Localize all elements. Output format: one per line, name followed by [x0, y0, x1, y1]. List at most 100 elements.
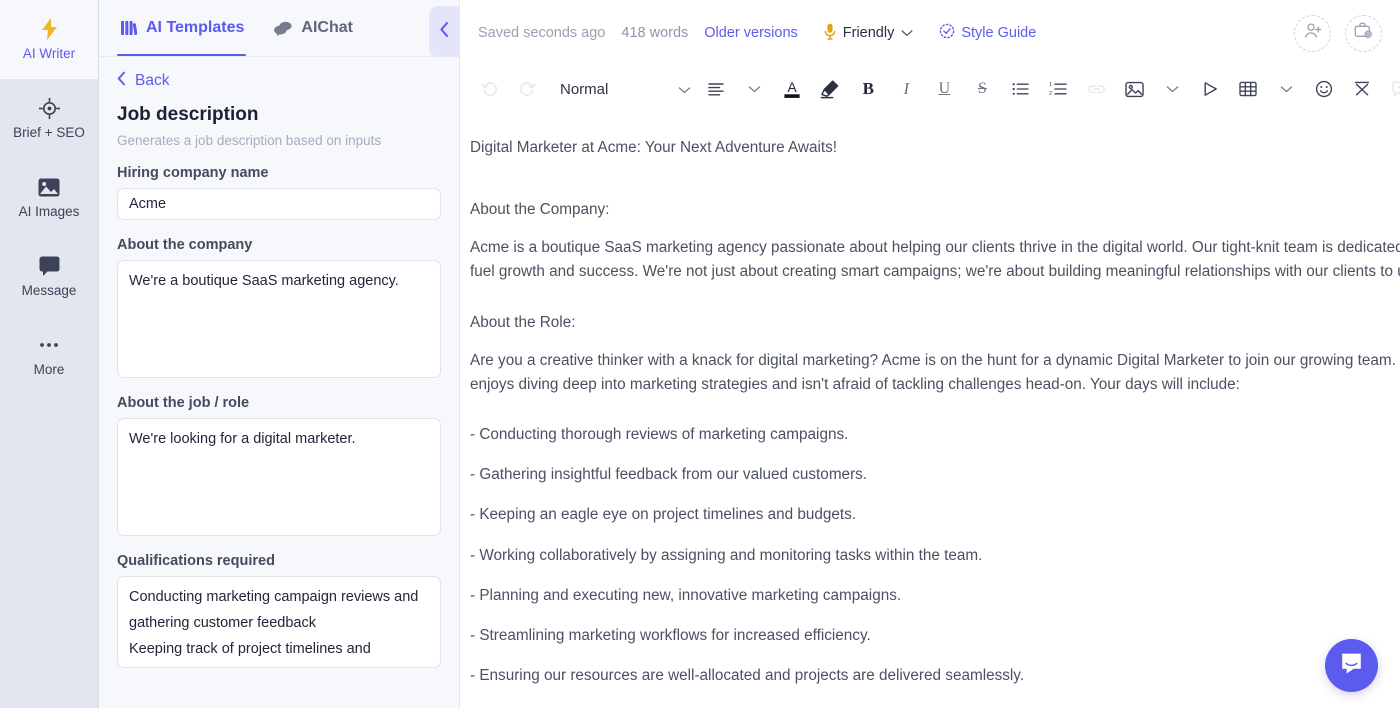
intercom-launcher-button[interactable] [1325, 639, 1378, 692]
insert-image-caret[interactable] [1159, 74, 1185, 104]
style-guide-label: Style Guide [961, 25, 1037, 41]
chevron-down-icon [901, 25, 913, 41]
document-bullet: - Working collaboratively by assigning a… [470, 546, 983, 564]
paragraph-style-select[interactable]: Normal [560, 81, 691, 98]
numbered-list-button[interactable]: 1 2 [1045, 74, 1071, 104]
saved-status: Saved seconds ago [478, 25, 606, 41]
emoji-button[interactable] [1311, 74, 1337, 104]
rail-item-ai-writer[interactable]: AI Writer [0, 0, 98, 79]
svg-text:2: 2 [1049, 91, 1052, 96]
chevron-down-icon [678, 81, 691, 98]
about-the-company-textarea[interactable] [117, 260, 441, 378]
panel-content: Back Job description Generates a job des… [99, 57, 459, 708]
template-title: Job description [117, 104, 259, 125]
document-body: Digital Marketer at Acme: Your Next Adve… [460, 136, 1400, 688]
document-bullet: - Conducting thorough reviews of marketi… [470, 426, 849, 444]
style-guide-button[interactable]: Style Guide [939, 23, 1036, 43]
redo-button[interactable] [514, 74, 540, 104]
older-versions-link[interactable]: Older versions [704, 25, 797, 41]
document-paragraph: Are you a creative thinker with a knack … [470, 351, 1400, 393]
ellipsis-icon [38, 334, 60, 356]
formatting-toolbar: Normal A B I U S 1 2 [460, 66, 1400, 112]
document-bullet: - Streamlining marketing workflows for i… [470, 626, 871, 644]
text-color-button[interactable]: A [779, 74, 805, 104]
field-about-the-job-role: About the job / role [117, 395, 441, 536]
align-caret[interactable] [741, 74, 767, 104]
document-bullet: - Gathering insightful feedback from our… [470, 466, 868, 484]
document-subheading: About the Role: [470, 313, 576, 331]
tab-ai-templates[interactable]: AI Templates [117, 0, 258, 56]
undo-button[interactable] [476, 74, 502, 104]
rail-item-message[interactable]: Message [0, 237, 98, 316]
tab-label: AI Templates [146, 19, 245, 36]
field-qualifications-required: Qualifications required [117, 553, 441, 668]
document-bullet: - Keeping an eagle eye on project timeli… [470, 506, 857, 524]
italic-button[interactable]: I [893, 74, 919, 104]
document-paragraph: Acme is a boutique SaaS marketing agency… [470, 239, 1400, 281]
document-heading: Digital Marketer at Acme: Your Next Adve… [470, 139, 838, 156]
rail-label: AI Images [18, 204, 80, 220]
chat-bubble-icon [39, 255, 60, 277]
check-badge-icon [939, 23, 955, 43]
rail-item-ai-images[interactable]: AI Images [0, 158, 98, 237]
insert-image-button[interactable] [1121, 74, 1147, 104]
add-comment-button[interactable] [1387, 74, 1400, 104]
chevron-left-icon [117, 71, 126, 91]
italic-label: I [903, 79, 910, 98]
underline-label: U [938, 80, 951, 97]
app-root: AI Writer Brief + SEO AI Images Message … [0, 0, 1400, 708]
field-about-the-company: About the company [117, 237, 441, 378]
collapse-panel-button[interactable] [429, 6, 460, 57]
back-button[interactable]: Back [117, 71, 441, 91]
bold-button[interactable]: B [855, 74, 881, 104]
field-hiring-company-name: Hiring company name [117, 165, 441, 220]
document-bullet: - Ensuring our resources are well-alloca… [470, 667, 1025, 685]
field-label: Qualifications required [117, 553, 275, 569]
field-label: About the job / role [117, 395, 250, 411]
clear-formatting-button[interactable] [1349, 74, 1375, 104]
rail-label: Message [21, 283, 77, 299]
insert-table-button[interactable] [1235, 74, 1261, 104]
bullet-list-button[interactable] [1007, 74, 1033, 104]
highlight-button[interactable] [817, 74, 843, 104]
editor-status-bar: Saved seconds ago 418 words Older versio… [460, 0, 1400, 66]
link-button[interactable] [1083, 74, 1109, 104]
document-canvas[interactable]: Digital Marketer at Acme: Your Next Adve… [460, 112, 1400, 708]
insert-video-button[interactable] [1197, 74, 1223, 104]
briefcase-gear-icon [1354, 22, 1373, 44]
target-icon [38, 97, 60, 119]
field-label: Hiring company name [117, 165, 269, 181]
panel-tab-bar: AI Templates AIChat [99, 0, 459, 57]
back-label: Back [135, 72, 170, 89]
primary-nav-rail: AI Writer Brief + SEO AI Images Message … [0, 0, 99, 708]
qualifications-required-textarea[interactable] [117, 576, 441, 668]
chevron-left-icon [439, 21, 450, 43]
svg-text:1: 1 [1049, 82, 1052, 88]
svg-text:A: A [788, 79, 798, 95]
microphone-icon [824, 23, 836, 44]
rail-label: AI Writer [22, 46, 76, 62]
tab-aichat[interactable]: AIChat [270, 0, 367, 56]
document-bullet: - Planning and executing new, innovative… [470, 586, 902, 604]
document-settings-button[interactable] [1345, 14, 1382, 52]
insert-table-caret[interactable] [1273, 74, 1299, 104]
image-icon [38, 176, 60, 198]
invite-collaborator-button[interactable] [1294, 14, 1331, 52]
grid-books-icon [121, 20, 137, 36]
tone-selector[interactable]: Friendly [824, 23, 914, 44]
document-subheading: About the Company: [470, 201, 610, 219]
chat-bubbles-icon [274, 21, 292, 36]
rail-item-more[interactable]: More [0, 316, 98, 395]
ai-templates-panel: AI Templates AIChat Back Job description… [99, 0, 460, 708]
hiring-company-name-input[interactable] [117, 188, 441, 220]
tone-label: Friendly [842, 25, 895, 41]
person-plus-icon [1304, 22, 1322, 44]
strikethrough-button[interactable]: S [969, 74, 995, 104]
about-the-job-role-textarea[interactable] [117, 418, 441, 536]
field-label: About the company [117, 237, 253, 253]
underline-button[interactable]: U [931, 74, 957, 104]
paragraph-style-label: Normal [560, 80, 609, 98]
strikethrough-label: S [977, 80, 987, 97]
align-button[interactable] [703, 74, 729, 104]
rail-item-brief-seo[interactable]: Brief + SEO [0, 79, 98, 158]
